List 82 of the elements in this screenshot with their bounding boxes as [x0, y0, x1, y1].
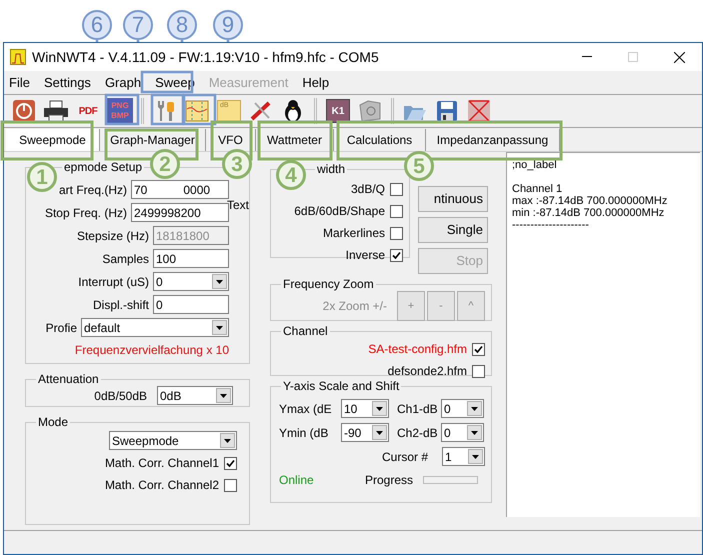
menu-item[interactable]: Sweep	[155, 72, 195, 92]
checkbox-label: Math. Corr. Channel1	[104, 455, 219, 472]
sweep-button[interactable]: Single	[418, 217, 488, 243]
field-label: 0dB/50dB	[94, 388, 147, 404]
checkbox-label: Markerlines	[322, 225, 385, 242]
menu-item[interactable]: Settings	[44, 72, 91, 92]
menu-item[interactable]: Graph	[104, 72, 142, 92]
menu-item[interactable]: File	[9, 72, 30, 92]
output-line: max :-87.14dB 700.000000MHz	[512, 195, 668, 207]
checkbox[interactable]	[390, 182, 403, 196]
channel-file: defsonde2.hfm	[388, 363, 467, 380]
field-label: Ymax (dE	[279, 400, 333, 418]
field-label: Profie	[46, 320, 77, 336]
checkbox-label: Inverse	[346, 247, 385, 264]
field-label: Displ.-shift	[92, 296, 149, 314]
checkbox[interactable]	[224, 478, 237, 492]
group-title: Channel	[282, 324, 329, 338]
checkbox[interactable]	[224, 456, 237, 470]
field-label: art Freq.(Hz)	[58, 182, 127, 198]
field-label: Ch2-dB	[397, 424, 437, 442]
output-line: Channel 1	[512, 183, 564, 195]
dropdown[interactable]: 0	[441, 423, 484, 442]
input-field[interactable]: 0	[153, 295, 229, 314]
dropdown[interactable]: 0	[153, 272, 229, 291]
input-field[interactable]: 2499998200	[131, 203, 229, 222]
checkbox[interactable]	[472, 342, 485, 356]
dropdown[interactable]: default	[81, 318, 229, 337]
group-title: Frequency Zoom	[282, 277, 375, 291]
field-label: Ch1-dB	[397, 400, 437, 418]
output-text-area[interactable]: ;no_label Channel 1 max :-87.14dB 700.000000MHz min :-87.14dB 700.000000MHz ---------------------	[506, 152, 700, 517]
field-label: Stepsize (Hz)	[76, 228, 149, 244]
dropdown[interactable]: -90	[341, 423, 389, 442]
checkbox[interactable]	[390, 248, 403, 262]
tab[interactable]: Wattmeter	[256, 129, 334, 151]
sweep-button[interactable]: ntinuous	[418, 186, 488, 212]
checkbox-label: 3dB/Q	[350, 181, 385, 198]
warning-text: Frequenzvervielfachung x 10	[74, 342, 229, 359]
field-label: Stop Freq. (Hz)	[44, 204, 127, 222]
side-note: Text	[226, 197, 249, 214]
tab[interactable]: Impedanzanpassung	[426, 129, 560, 151]
callout-number: 6	[82, 10, 112, 40]
dropdown[interactable]: 0dB	[157, 386, 233, 405]
window-title: WinNWT4 - V.4.11.09 - FW:1.19:V10 - hfm9.hfc - COM5	[32, 48, 379, 66]
output-line: min :-87.14dB 700.000000MHz	[512, 207, 666, 219]
checkbox[interactable]	[390, 226, 403, 240]
field-label: Samples	[102, 250, 149, 268]
group-title: Mode	[37, 415, 70, 429]
group-title: Y-axis Scale and Shift	[282, 379, 400, 393]
progress-label: Progress	[365, 472, 414, 489]
group-title: epmode Setup	[63, 160, 144, 174]
checkbox[interactable]	[472, 364, 485, 378]
callout-number: 8	[167, 10, 197, 40]
checkbox-label: Math. Corr. Channel2	[104, 477, 219, 494]
input-field[interactable]: 70 0000	[131, 180, 229, 199]
zoom-label: 2x Zoom +/-	[322, 298, 387, 315]
group-title: width	[316, 162, 346, 176]
dropdown[interactable]: 0	[441, 399, 484, 418]
checkbox-label: 6dB/60dB/Shape	[294, 203, 385, 220]
status-text: Online	[279, 472, 315, 489]
channel-file: SA-test-config.hfm	[368, 341, 467, 358]
dropdown[interactable]: 1	[442, 447, 485, 466]
dropdown[interactable]: Sweepmode	[109, 431, 237, 450]
callout-number: 7	[123, 10, 153, 40]
callout-line	[96, 40, 98, 42]
callout-line	[180, 40, 184, 42]
app-icon	[10, 49, 26, 65]
group-title: Attenuation	[37, 372, 100, 386]
output-line: ;no_label	[512, 159, 558, 171]
menu-item[interactable]: Help	[302, 72, 330, 92]
field-label: Cursor #	[382, 448, 428, 466]
output-line: ---------------------	[512, 219, 590, 231]
folder-icon[interactable]: K1	[326, 99, 350, 123]
checkbox[interactable]	[390, 204, 403, 218]
pdf-icon[interactable]: PDF	[74, 97, 102, 125]
callout-line	[226, 40, 230, 42]
field-label: Ymin (dB	[279, 424, 330, 442]
input-field[interactable]: 100	[153, 249, 229, 268]
callout-number: 9	[213, 10, 243, 40]
callout-line	[136, 40, 140, 42]
tab[interactable]: Sweepmode	[6, 129, 100, 151]
dropdown[interactable]: 10	[341, 399, 389, 418]
field-label: Interrupt (uS)	[78, 274, 149, 290]
